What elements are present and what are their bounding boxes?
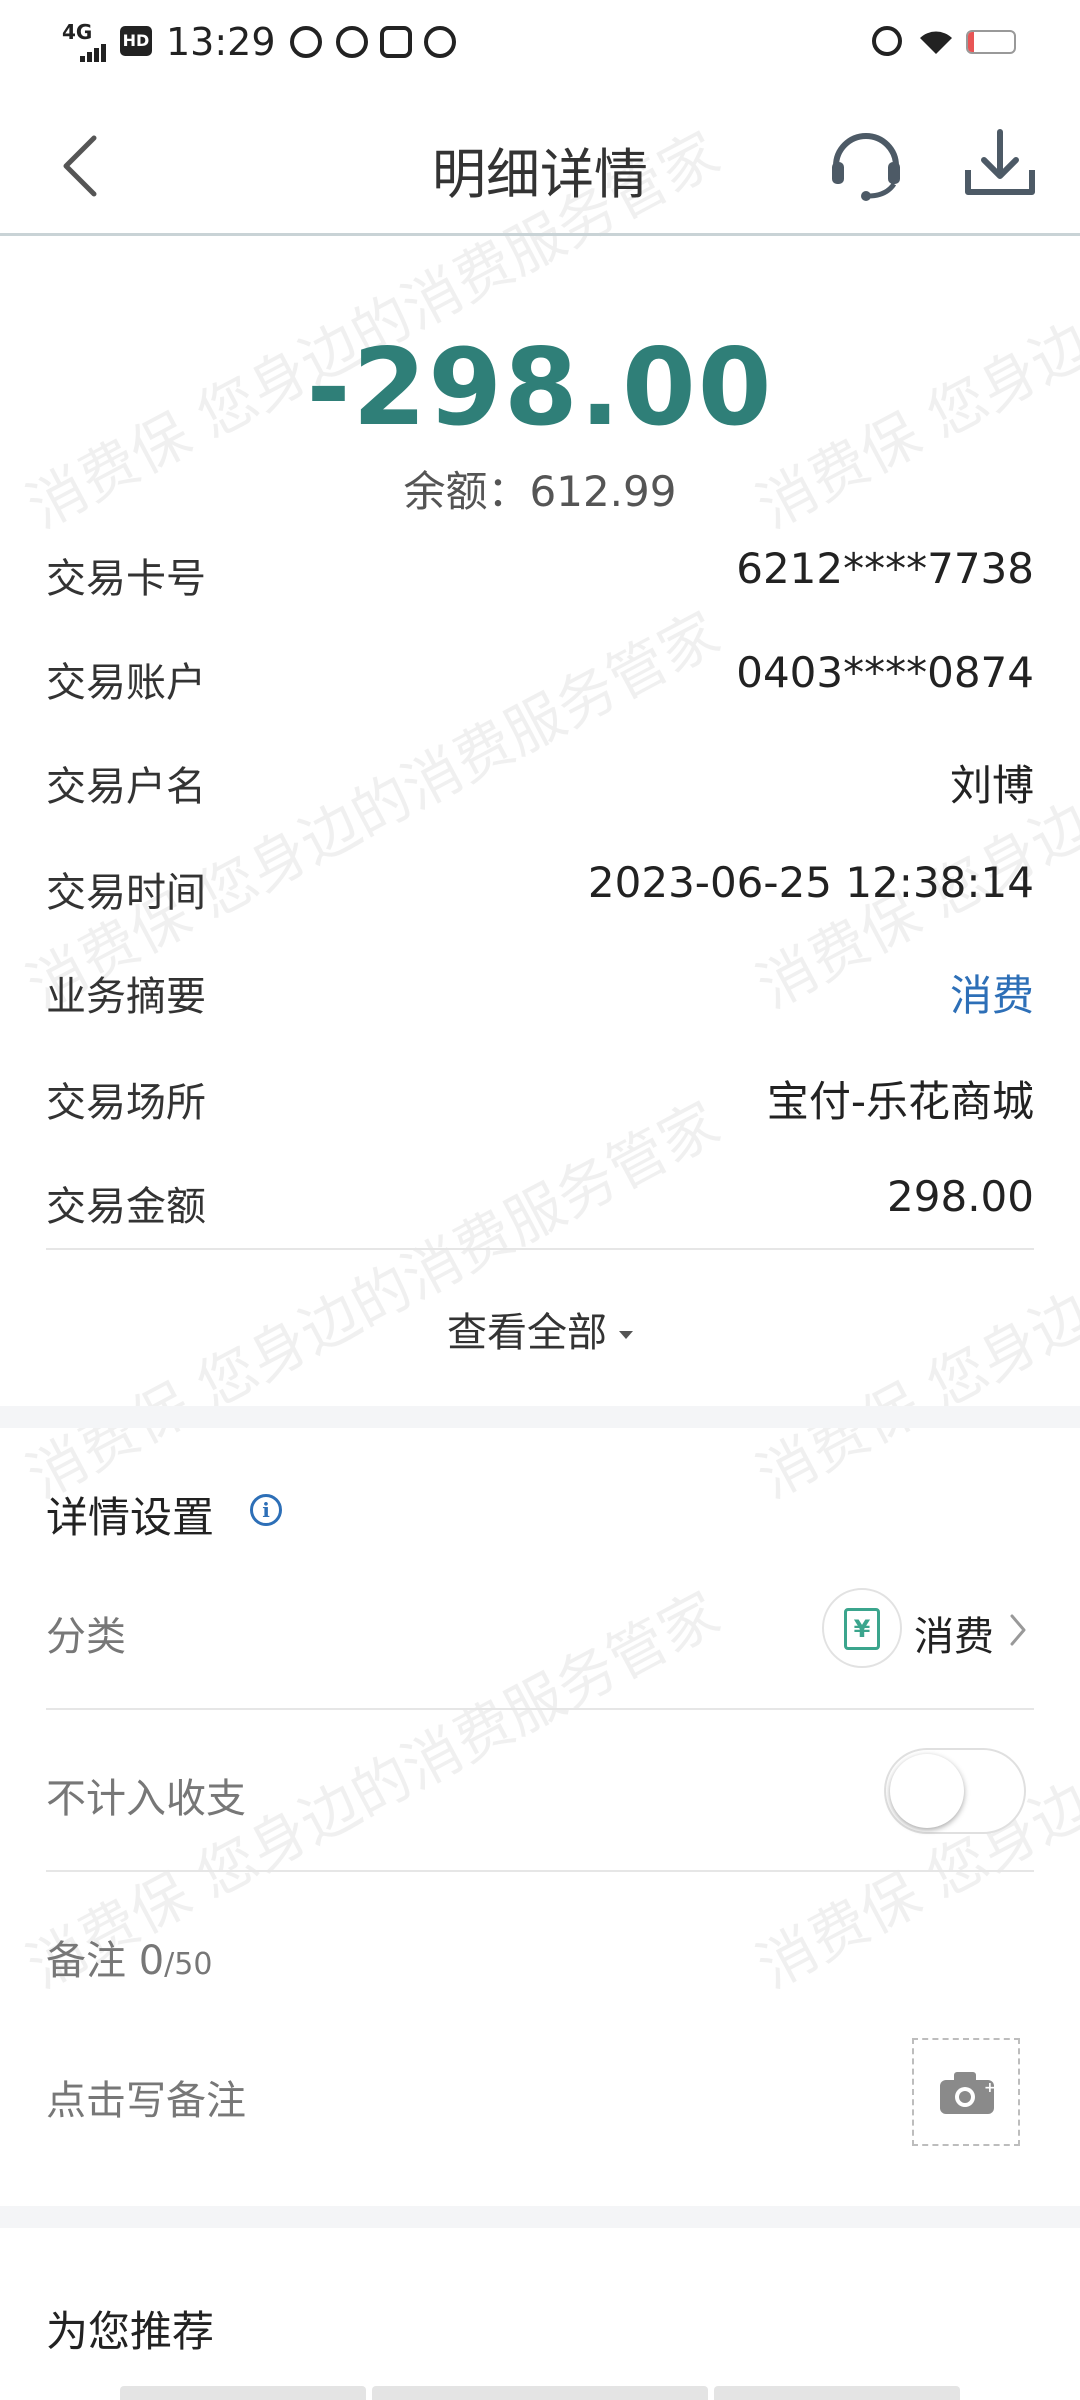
detail-row-summary: 业务摘要 消费 bbox=[46, 946, 1034, 1026]
recommend-card[interactable] bbox=[372, 2386, 708, 2400]
app-icon bbox=[424, 26, 456, 58]
detail-value: 刘博 bbox=[949, 761, 1034, 810]
divider bbox=[46, 1248, 1034, 1250]
hd-badge: HD bbox=[120, 26, 152, 56]
detail-label: 交易场所 bbox=[46, 1080, 206, 1126]
status-time: 13:29 bbox=[166, 20, 276, 64]
note-max: /50 bbox=[164, 1947, 213, 1982]
category-icon-glyph: ¥ bbox=[844, 1608, 880, 1650]
category-label: 分类 bbox=[46, 1614, 126, 1660]
camera-icon: + bbox=[940, 2072, 996, 2114]
detail-label: 交易账户 bbox=[46, 660, 206, 706]
summary-link[interactable]: 消费 bbox=[950, 962, 1034, 1023]
note-count: 0 bbox=[138, 1938, 165, 1984]
battery-level: 14 bbox=[979, 32, 1003, 52]
divider bbox=[46, 1870, 1034, 1872]
exclude-label: 不计入收支 bbox=[46, 1776, 246, 1822]
detail-row-account: 交易账户 0403****0874 bbox=[46, 632, 1034, 712]
note-label: 备注 bbox=[46, 1938, 126, 1984]
watermark-text: 消费保 您身边的消费服务管家 bbox=[16, 1088, 731, 1512]
detail-row-card-number: 交易卡号 6212****7738 bbox=[46, 528, 1034, 608]
caret-down-icon bbox=[619, 1331, 633, 1339]
detail-value: 0403****0874 bbox=[736, 648, 1034, 697]
detail-row-account-name: 交易户名 刘博 bbox=[46, 736, 1034, 816]
detail-label: 交易时间 bbox=[46, 870, 206, 916]
svg-text:+: + bbox=[984, 2080, 996, 2096]
download-icon[interactable] bbox=[960, 122, 1040, 202]
chevron-right-icon bbox=[1010, 1614, 1026, 1646]
chat-app-icon bbox=[380, 26, 412, 58]
detail-value: 6212****7738 bbox=[736, 544, 1034, 593]
battery-icon: 14 bbox=[966, 30, 1016, 54]
signal-icon bbox=[80, 44, 106, 62]
view-all-label: 查看全部 bbox=[447, 1310, 607, 1356]
detail-value: 298.00 bbox=[887, 1172, 1034, 1221]
detail-label: 交易户名 bbox=[46, 764, 206, 810]
detail-label: 交易卡号 bbox=[46, 556, 206, 602]
view-all-button[interactable]: 查看全部 bbox=[0, 1300, 1080, 1358]
exclude-toggle[interactable] bbox=[884, 1748, 1026, 1834]
alarm-icon bbox=[872, 26, 902, 56]
recommend-title: 为您推荐 bbox=[46, 2307, 215, 2356]
detail-label: 业务摘要 bbox=[46, 974, 206, 1020]
detail-value: 2023-06-25 12:38:14 bbox=[587, 858, 1034, 907]
recommend-card[interactable] bbox=[714, 2386, 960, 2400]
info-icon[interactable]: i bbox=[250, 1494, 282, 1526]
note-input[interactable]: 点击写备注 bbox=[46, 2068, 246, 2126]
transaction-amount: -298.00 bbox=[306, 326, 774, 449]
page-title: 明细详情 bbox=[432, 143, 648, 206]
section-gap bbox=[0, 2206, 1080, 2228]
network-type: 4G bbox=[62, 20, 93, 44]
settings-title: 详情设置 bbox=[46, 1493, 215, 1542]
wifi-icon bbox=[920, 31, 952, 54]
toggle-knob bbox=[890, 1754, 964, 1828]
divider bbox=[46, 1708, 1034, 1710]
account-balance: 余额：612.99 bbox=[403, 467, 677, 516]
top-nav-bar: 明细详情 bbox=[0, 86, 1080, 236]
detail-row-merchant: 交易场所 宝付-乐花商城 bbox=[46, 1052, 1034, 1132]
recommend-card[interactable] bbox=[120, 2386, 366, 2400]
detail-row-time: 交易时间 2023-06-25 12:38:14 bbox=[46, 842, 1034, 922]
status-bar: 4G HD 13:29 14 bbox=[0, 0, 1080, 86]
app-notification-icon bbox=[290, 26, 322, 58]
note-counter: 备注 0/50 bbox=[46, 1928, 212, 1986]
section-gap bbox=[0, 1406, 1080, 1428]
add-photo-button[interactable]: + bbox=[912, 2038, 1020, 2146]
receipt-icon: ¥ bbox=[822, 1588, 902, 1668]
watermark-text: 消费保 您身边的消费服务管家 bbox=[746, 1088, 1080, 1512]
category-value: 消费 bbox=[914, 1614, 994, 1660]
headset-icon[interactable] bbox=[826, 122, 906, 202]
detail-label: 交易金额 bbox=[46, 1184, 206, 1230]
detail-row-amount: 交易金额 298.00 bbox=[46, 1156, 1034, 1236]
weibo-icon bbox=[336, 26, 368, 58]
detail-value: 宝付-乐花商城 bbox=[766, 1077, 1034, 1126]
